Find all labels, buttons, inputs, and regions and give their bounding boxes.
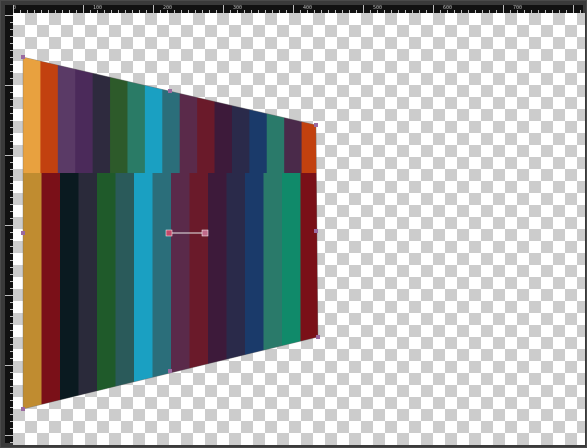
ruler-tick <box>5 435 13 436</box>
editor-window: 0 100 200 300 400 500 600 700 <box>0 0 587 448</box>
top-stripe <box>144 57 163 173</box>
ruler-tick <box>5 155 13 156</box>
bottom-stripe <box>226 173 246 409</box>
bottom-stripe <box>23 173 43 409</box>
bottom-stripe <box>115 173 135 409</box>
top-stripe <box>231 57 250 173</box>
handle-middle-left[interactable] <box>21 231 25 235</box>
bottom-stripe <box>78 173 98 409</box>
ruler-tick <box>5 15 13 16</box>
handle-top-left[interactable] <box>21 55 25 59</box>
top-stripe <box>127 57 146 173</box>
bottom-stripe <box>282 173 302 409</box>
bottom-stripe <box>208 173 228 409</box>
vertical-ruler[interactable] <box>5 13 13 443</box>
ruler-tick <box>5 225 13 226</box>
bottom-stripe <box>97 173 117 409</box>
ruler-tick <box>153 5 154 13</box>
ruler-tick <box>13 5 14 13</box>
handle-bottom-middle[interactable] <box>168 369 172 373</box>
pivot-handle[interactable] <box>165 229 173 237</box>
handle-middle-right[interactable] <box>314 229 318 233</box>
bottom-stripe <box>171 173 191 409</box>
top-stripe <box>110 57 129 173</box>
ruler-tick <box>83 5 84 13</box>
handle-top-right[interactable] <box>314 123 318 127</box>
ruler-tick <box>5 85 13 86</box>
top-stripe <box>92 57 111 173</box>
canvas-area[interactable] <box>13 13 585 445</box>
top-stripe <box>284 57 303 173</box>
top-stripe <box>301 57 318 173</box>
ruler-tick <box>433 5 434 13</box>
bottom-stripe <box>134 173 154 409</box>
ruler-tick <box>5 295 13 296</box>
rotation-handle[interactable] <box>201 229 209 237</box>
handle-bottom-right[interactable] <box>316 335 320 339</box>
ruler-tick <box>503 5 504 13</box>
top-stripe <box>162 57 181 173</box>
top-stripe <box>266 57 285 173</box>
top-stripe <box>23 57 42 173</box>
bottom-stripe <box>60 173 80 409</box>
ruler-tick <box>223 5 224 13</box>
bottom-stripe <box>245 173 265 409</box>
top-stripe <box>40 57 59 173</box>
ruler-tick <box>293 5 294 13</box>
bottom-stripe <box>189 173 209 409</box>
handle-bottom-left[interactable] <box>21 407 25 411</box>
top-stripe <box>214 57 233 173</box>
horizontal-ruler[interactable]: 0 100 200 300 400 500 600 700 <box>11 5 583 13</box>
top-stripe <box>179 57 198 173</box>
ruler-tick <box>5 365 13 366</box>
bottom-stripe <box>263 173 283 409</box>
ruler-tick <box>363 5 364 13</box>
handle-top-middle[interactable] <box>168 89 172 93</box>
top-stripe <box>57 57 76 173</box>
top-stripe <box>197 57 216 173</box>
bottom-stripe <box>41 173 61 409</box>
ruler-tick <box>573 5 574 13</box>
transformed-image[interactable] <box>13 13 585 445</box>
